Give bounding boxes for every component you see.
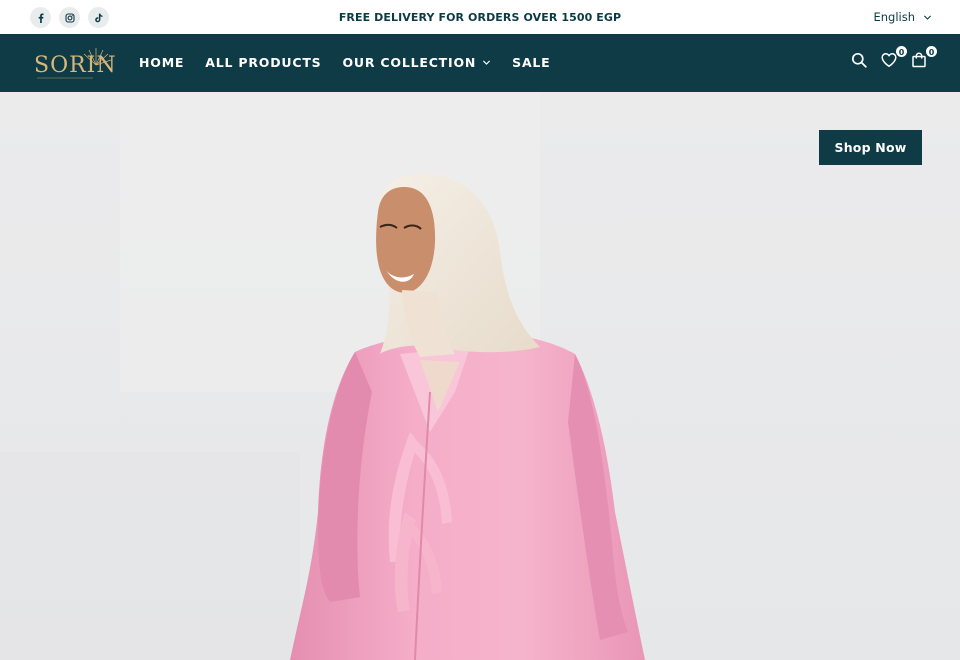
nav-item-home[interactable]: HOME: [139, 55, 184, 70]
instagram-link[interactable]: [59, 7, 80, 28]
nav-item-label: SALE: [512, 55, 551, 70]
nav-item-our-collection[interactable]: OUR COLLECTION: [342, 55, 491, 70]
wishlist-button[interactable]: 0: [881, 45, 908, 70]
hero-banner: Shop Now: [0, 92, 960, 660]
cart-button[interactable]: 0: [911, 45, 938, 70]
language-selector[interactable]: English: [873, 10, 932, 24]
nav-item-sale[interactable]: SALE: [512, 55, 550, 70]
brand-logo[interactable]: SORIN: [33, 45, 116, 83]
tiktok-link[interactable]: [88, 7, 109, 28]
nav-item-all-products[interactable]: ALL PRODUCTS: [205, 55, 321, 70]
nav-item-label: HOME: [139, 55, 185, 70]
facebook-link[interactable]: [30, 7, 51, 28]
cart-count-badge: 0: [925, 45, 938, 58]
search-button[interactable]: [851, 52, 869, 70]
logo-wordmark: SORIN: [34, 53, 117, 78]
heart-icon: [881, 53, 897, 67]
tiktok-icon: [94, 13, 102, 22]
search-icon: [851, 52, 867, 68]
social-links: [30, 7, 109, 28]
header-actions: 0 0: [851, 45, 938, 70]
instagram-icon: [64, 12, 75, 23]
shop-now-button[interactable]: Shop Now: [819, 130, 922, 165]
wishlist-count-badge: 0: [895, 45, 908, 58]
nav-item-label: OUR COLLECTION: [342, 55, 477, 70]
facebook-icon: [38, 13, 43, 23]
hero-model-image: [0, 92, 960, 660]
language-label: English: [873, 10, 915, 24]
main-navigation: SORIN HOME ALL PRODUCTS OUR COLLECTION S…: [0, 34, 960, 92]
nav-item-label: ALL PRODUCTS: [205, 55, 322, 70]
chevron-down-icon: [923, 14, 932, 20]
announcement-bar: FREE DELIVERY FOR ORDERS OVER 1500 EGP E…: [0, 0, 960, 34]
free-delivery-announcement: FREE DELIVERY FOR ORDERS OVER 1500 EGP: [338, 11, 622, 24]
chevron-down-icon: [483, 60, 491, 65]
primary-menu: HOME ALL PRODUCTS OUR COLLECTION SALE: [139, 55, 572, 70]
shopping-bag-icon: [912, 52, 926, 68]
